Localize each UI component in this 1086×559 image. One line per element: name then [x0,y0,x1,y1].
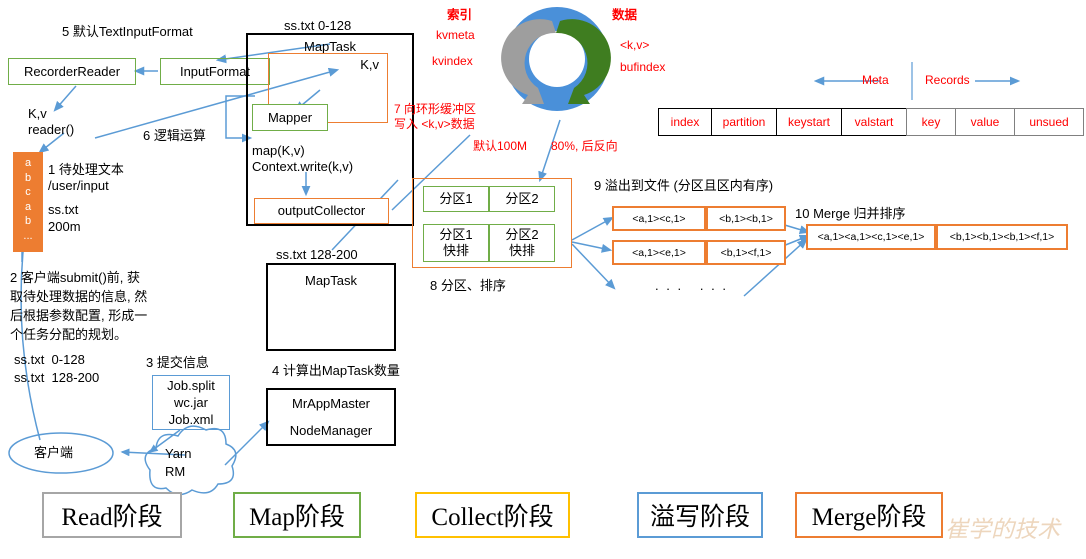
maptask1-caption: ss.txt 0-128 [284,18,352,33]
records-arrow-label: Records [925,73,970,87]
watermark: 崔学的技术 [945,517,1060,542]
spill-file-2a[interactable]: <a,1><e,1> [612,240,706,265]
node-manager-label: NodeManager [289,422,373,438]
spill-file-1b[interactable]: <b,1><b,1> [706,206,786,231]
buffer-cell-key: key [906,108,956,136]
buffer-cell-keystart: keystart [776,108,842,136]
step1-label: 1 待处理文本 /user/input [48,162,124,193]
yarn-rm-label: Yarn RM [165,446,192,479]
buffer-cell-valstart: valstart [841,108,907,136]
step4-label: 4 计算出MapTask数量 [272,363,400,378]
split-128-200-label: ss.txt 128-200 [14,370,100,385]
step8-label: 8 分区、排序 [430,278,506,293]
client-label: 客户端 [34,445,74,460]
maptask-2-box[interactable]: MapTask [266,263,396,351]
buffer-cell-value: value [955,108,1015,136]
legend-1[interactable]: Read阶段 [42,492,182,538]
input-file-bar: a b c a b ... [13,152,43,252]
maptask2-title: MapTask [304,273,358,288]
mapper-box[interactable]: Mapper [252,104,328,131]
output-collector-box[interactable]: outputCollector [254,198,389,224]
app-master-box[interactable]: MrAppMaster NodeManager [266,388,396,446]
partition-1-sort-box[interactable]: 分区1 快排 [423,224,489,262]
kv-label: K,v [360,57,379,72]
spill-file-1a[interactable]: <a,1><c,1> [612,206,706,231]
meta-arrow-label: Meta [862,73,889,87]
legend-3[interactable]: Collect阶段 [415,492,570,538]
spill-ellipsis: . . . . . . [655,278,728,293]
split-0-128-label: ss.txt 0-128 [14,352,85,367]
merged-partition-1[interactable]: <a,1><a,1><c,1><e,1> [806,224,936,250]
app-master-label: MrAppMaster [291,395,371,411]
recorder-reader-box[interactable]: RecorderReader [8,58,136,85]
circular-buffer-ring [501,7,611,111]
legend-5[interactable]: Merge阶段 [795,492,943,538]
legend-4[interactable]: 溢写阶段 [637,492,763,538]
threshold-label: 80%, 后反向 [551,139,618,153]
kvmeta-label: kvmeta [436,28,475,42]
maptask2-caption: ss.txt 128-200 [276,247,358,262]
legend-2[interactable]: Map阶段 [233,492,361,538]
step10-label: 10 Merge 归并排序 [795,206,906,221]
partition-2-sort-box[interactable]: 分区2 快排 [489,224,555,262]
job-files-box[interactable]: Job.split wc.jar Job.xml [152,375,230,430]
spill-file-2b[interactable]: <b,1><f,1> [706,240,786,265]
step9-label: 9 溢出到文件 (分区且区内有序) [594,178,774,193]
input-file-name: ss.txt [48,202,79,217]
index-title: 索引 [447,8,473,22]
map-call-label: map(K,v) Context.write(k,v) [252,143,354,174]
step2-label: 2 客户端submit()前, 获 取待处理数据的信息, 然 后根据参数配置, … [10,270,148,342]
diagram-canvas: 5 默认TextInputFormat RecorderReader Input… [0,0,1086,559]
buffer-cell-index: index [658,108,712,136]
kv-reader-label: K,v reader() [28,106,75,137]
input-file-size: 200m [48,219,81,234]
partition-2-box[interactable]: 分区2 [489,186,555,212]
kvindex-label: kvindex [432,54,473,68]
data-title: 数据 [612,8,638,22]
step7-label: 7 向环形缓冲区 写入 <k,v>数据 [394,102,477,131]
step5-label: 5 默认TextInputFormat [62,24,193,39]
bufindex-label: bufindex [620,60,666,74]
buffer-cell-partition: partition [711,108,777,136]
default-size-label: 默认100M [473,139,528,153]
step3-label: 3 提交信息 [146,355,209,370]
kv-pair-label: <k,v> [620,38,650,52]
step6-label: 6 逻辑运算 [143,128,206,143]
buffer-cell-unsued: unsued [1014,108,1084,136]
partition-1-box[interactable]: 分区1 [423,186,489,212]
merged-partition-2[interactable]: <b,1><b,1><b,1><f,1> [936,224,1068,250]
